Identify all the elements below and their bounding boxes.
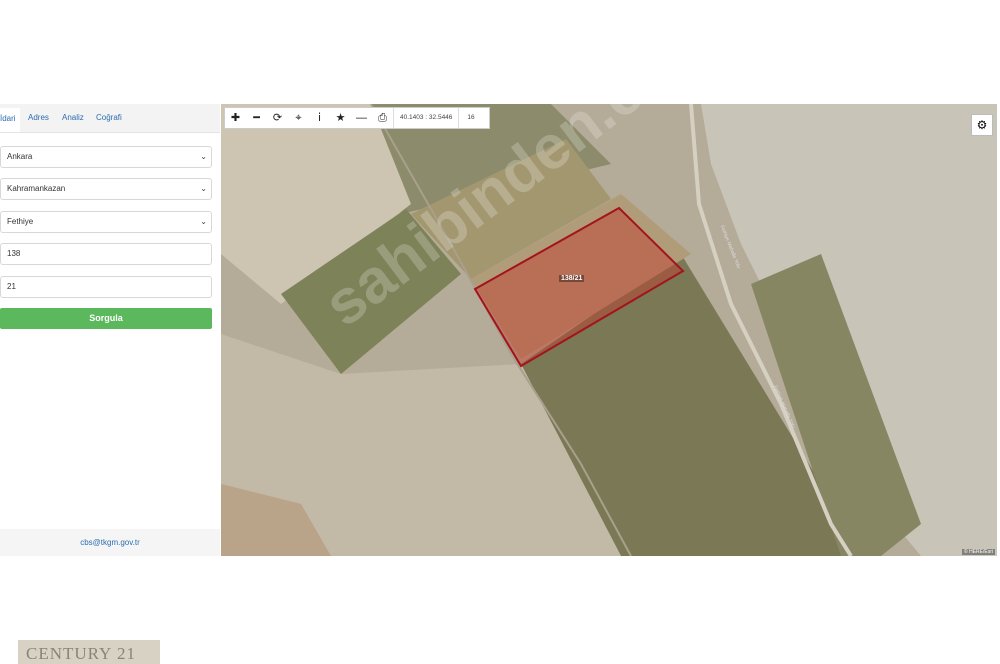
parcel-input[interactable]: 21 [0, 276, 212, 298]
panel-footer: cbs@tkgm.gov.tr [0, 529, 220, 556]
neighborhood-value: Fethiye [7, 217, 34, 226]
map-attribution: © HERE/Esri [962, 549, 995, 555]
tab-idari[interactable]: İdari [0, 108, 20, 132]
century21-logo: CENTURY 21 [18, 640, 160, 664]
gear-icon[interactable]: ⚙ [971, 114, 993, 136]
contact-email-link[interactable]: cbs@tkgm.gov.tr [0, 538, 220, 547]
neighborhood-select[interactable]: Fethiye ⌄ [0, 211, 212, 233]
refresh-icon[interactable]: ⟳ [267, 108, 288, 128]
tab-adres[interactable]: Adres [28, 113, 49, 122]
satellite-imagery [221, 104, 997, 556]
star-icon[interactable]: ★ [330, 108, 351, 128]
logo-text: CENTURY 21 [26, 644, 136, 663]
tab-cografi[interactable]: Coğrafi [96, 113, 122, 122]
block-input[interactable]: 138 [0, 243, 212, 265]
chevron-down-icon: ⌄ [200, 152, 207, 161]
locate-icon[interactable]: ⌖ [288, 108, 309, 128]
parcel-label: 138/21 [559, 275, 585, 282]
district-select[interactable]: Kahramankazan ⌄ [0, 178, 212, 200]
query-button[interactable]: Sorgula [0, 308, 212, 329]
province-value: Ankara [7, 152, 33, 161]
tab-analiz[interactable]: Analiz [62, 113, 84, 122]
info-icon[interactable]: ⅰ [309, 108, 330, 128]
district-value: Kahramankazan [7, 184, 66, 193]
print-icon[interactable]: ⎙ [372, 108, 393, 128]
chevron-down-icon: ⌄ [200, 217, 207, 226]
zoom-level: 16 [467, 114, 475, 121]
minus-icon[interactable]: ━ [246, 108, 267, 128]
map-view[interactable]: sahibinden.com 138/21 Fethiye Mahalle Yo… [221, 104, 997, 556]
map-toolbar: ✚ ━ ⟳ ⌖ ⅰ ★ — ⎙ 40.1403 : 32.5446 16 [224, 107, 490, 129]
coordinate-readout: 40.1403 : 32.5446 [393, 108, 460, 128]
chevron-down-icon: ⌄ [200, 184, 207, 193]
panel-tabs: İdari Adres Analiz Coğrafi [0, 104, 220, 133]
block-value: 138 [7, 249, 21, 258]
province-select[interactable]: Ankara ⌄ [0, 146, 212, 168]
query-panel: İdari Adres Analiz Coğrafi Ankara ⌄ Kahr… [0, 104, 220, 556]
parcel-value: 21 [7, 282, 16, 291]
plus-icon[interactable]: ✚ [225, 108, 246, 128]
measure-icon[interactable]: — [351, 108, 372, 128]
background-ghost-text [360, 0, 370, 47]
